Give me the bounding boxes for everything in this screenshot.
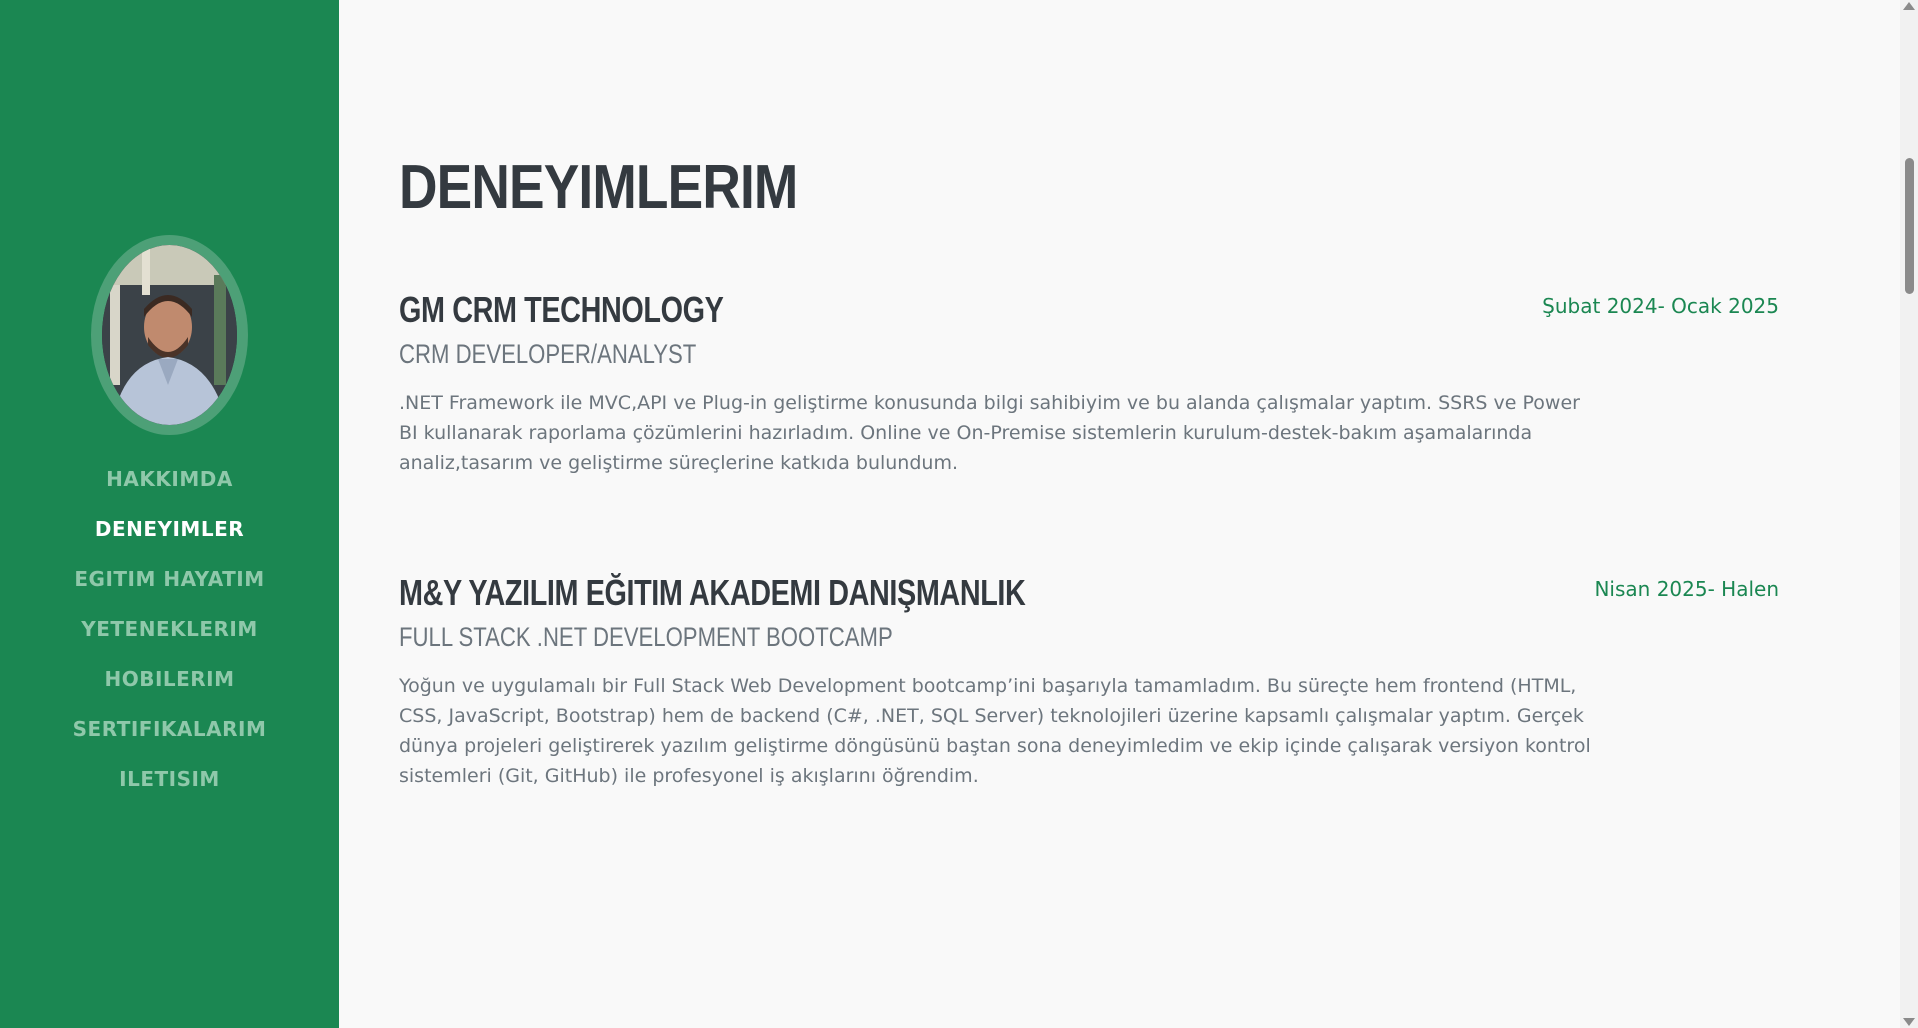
scrollbar-thumb[interactable] [1905, 158, 1914, 294]
experience-date: Nisan 2025- Halen [1594, 577, 1779, 601]
vertical-scrollbar[interactable] [1900, 0, 1918, 1028]
sidebar-nav: HAKKIMDA DENEYIMLER EGITIM HAYATIM YETEN… [0, 458, 339, 808]
scroll-up-arrow-icon[interactable] [1903, 2, 1915, 10]
scroll-down-arrow-icon[interactable] [1903, 1018, 1915, 1026]
profile-photo-icon [102, 245, 237, 425]
experience-role: CRM DEVELOPER/ANALYST [399, 339, 697, 369]
experience-description: .NET Framework ile MVC,API ve Plug-in ge… [399, 392, 1580, 474]
experience-company: M&Y YAZILIM EĞITIM AKADEMI DANIŞMANLIK [399, 572, 1026, 613]
profile-avatar [102, 245, 237, 425]
experience-description: Yoğun ve uygulamalı bir Full Stack Web D… [399, 675, 1591, 787]
experience-item: GM CRM TECHNOLOGY CRM DEVELOPER/ANALYST … [399, 288, 1819, 478]
nav-item-egitim-hayatim[interactable]: EGITIM HAYATIM [0, 558, 339, 608]
sidebar: HAKKIMDA DENEYIMLER EGITIM HAYATIM YETEN… [0, 0, 339, 1028]
nav-item-yeteneklerim[interactable]: YETENEKLERIM [0, 608, 339, 658]
page-title: DENEYIMLERIM [399, 153, 798, 222]
nav-item-iletisim[interactable]: ILETISIM [0, 758, 339, 808]
experience-date: Şubat 2024- Ocak 2025 [1542, 294, 1779, 318]
nav-item-hobilerim[interactable]: HOBILERIM [0, 658, 339, 708]
nav-item-deneyimler[interactable]: DENEYIMLER [0, 508, 339, 558]
experience-role: FULL STACK .NET DEVELOPMENT BOOTCAMP [399, 622, 893, 652]
nav-item-hakkimda[interactable]: HAKKIMDA [0, 458, 339, 508]
avatar-frame [91, 235, 248, 435]
experience-item: M&Y YAZILIM EĞITIM AKADEMI DANIŞMANLIK F… [399, 571, 1819, 791]
nav-item-sertifikalarim[interactable]: SERTIFIKALARIM [0, 708, 339, 758]
main-content: DENEYIMLERIM GM CRM TECHNOLOGY CRM DEVEL… [339, 0, 1900, 1028]
experience-company: GM CRM TECHNOLOGY [399, 289, 724, 330]
